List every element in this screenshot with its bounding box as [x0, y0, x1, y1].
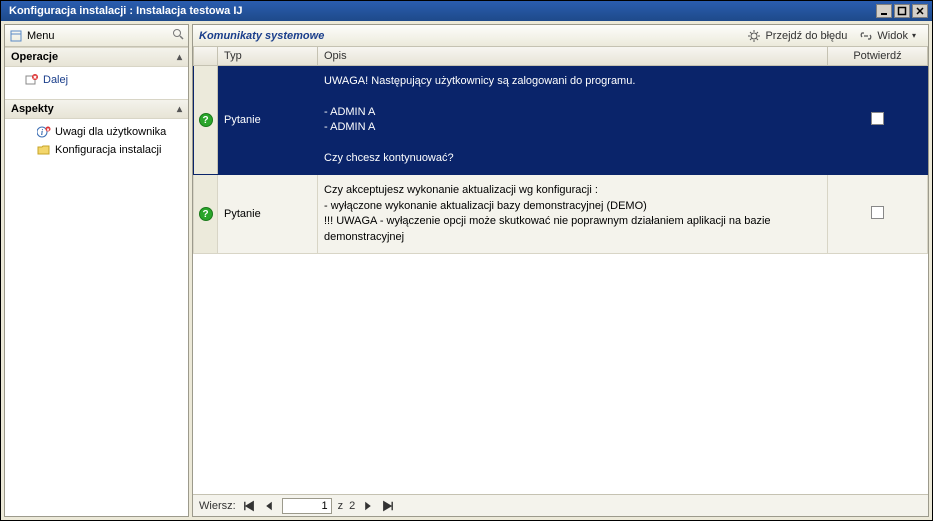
- sidebar-item-label: Uwagi dla użytkownika: [55, 126, 166, 138]
- menu-icon: [9, 29, 23, 43]
- search-icon[interactable]: [172, 28, 184, 43]
- dropdown-arrow-icon: ▾: [912, 31, 916, 40]
- messages-table: Typ Opis Potwierdź ? PytanieUWAGA! Następ…: [193, 47, 928, 254]
- sidebar-item-label: Dalej: [43, 74, 68, 86]
- column-header-potwierdz[interactable]: Potwierdź: [828, 47, 928, 66]
- group-header-label: Aspekty: [11, 103, 54, 115]
- tool-btn-label: Widok: [877, 30, 908, 42]
- group-header-operacje[interactable]: Operacje ▴: [5, 47, 188, 67]
- grid-container: Typ Opis Potwierdź ? PytanieUWAGA! Następ…: [193, 47, 928, 494]
- tool-btn-label: Przejdź do błędu: [765, 30, 847, 42]
- column-header-label: Typ: [224, 50, 242, 62]
- group-header-aspekty[interactable]: Aspekty ▴: [5, 99, 188, 119]
- menu-label: Menu: [27, 30, 172, 42]
- window-titlebar: Konfiguracja instalacji : Instalacja tes…: [1, 1, 932, 21]
- main-panel: Komunikaty systemowe Przejdź do błędu Wi…: [192, 24, 929, 517]
- pager-total: 2: [349, 500, 355, 512]
- table-row[interactable]: ? PytanieUWAGA! Następujący użytkownicy s…: [194, 66, 928, 175]
- table-row[interactable]: ? PytanieCzy akceptujesz wykonanie aktual…: [194, 175, 928, 254]
- info-icon: i✖: [37, 125, 51, 139]
- sidebar-item-konfiguracja[interactable]: Konfiguracja instalacji: [9, 141, 184, 159]
- link-icon: [859, 29, 873, 43]
- question-icon: ?: [199, 207, 213, 221]
- cell-typ: Pytanie: [218, 175, 318, 254]
- next-icon: ✖: [25, 73, 39, 87]
- top-toolbar: Komunikaty systemowe Przejdź do błędu Wi…: [193, 25, 928, 47]
- cell-potwierdz: [828, 175, 928, 254]
- pager-current-input[interactable]: [282, 498, 332, 514]
- pager-last-button[interactable]: [381, 499, 395, 513]
- view-button[interactable]: Widok ▾: [853, 27, 922, 45]
- panel-title: Komunikaty systemowe: [199, 30, 741, 42]
- column-header-label: Potwierdź: [853, 50, 901, 62]
- row-icon-cell: ?: [194, 175, 218, 254]
- chevron-up-icon: ▴: [177, 104, 182, 115]
- pager-prev-button[interactable]: [262, 499, 276, 513]
- group-header-label: Operacje: [11, 51, 58, 63]
- confirm-checkbox[interactable]: [871, 112, 884, 125]
- cell-typ: Pytanie: [218, 66, 318, 175]
- pager-first-button[interactable]: [242, 499, 256, 513]
- confirm-checkbox[interactable]: [871, 206, 884, 219]
- pager-separator: z: [338, 500, 344, 512]
- chevron-up-icon: ▴: [177, 52, 182, 63]
- sidebar-item-dalej[interactable]: ✖ Dalej: [9, 71, 184, 89]
- pager-label: Wiersz:: [199, 500, 236, 512]
- gear-icon: [747, 29, 761, 43]
- cell-opis: Czy akceptujesz wykonanie aktualizacji w…: [318, 175, 828, 254]
- cell-opis: UWAGA! Następujący użytkownicy są zalogo…: [318, 66, 828, 175]
- tree-operacje: ✖ Dalej: [5, 67, 188, 99]
- row-icon-cell: ?: [194, 66, 218, 175]
- column-header-typ[interactable]: Typ: [218, 47, 318, 66]
- svg-text:✖: ✖: [33, 75, 37, 81]
- folder-icon: [37, 143, 51, 157]
- sidebar: Menu Operacje ▴ ✖ Dalej Aspekty ▴ i: [4, 24, 189, 517]
- window-title: Konfiguracja instalacji : Instalacja tes…: [5, 5, 876, 17]
- sidebar-item-uwagi[interactable]: i✖ Uwagi dla użytkownika: [9, 123, 184, 141]
- menu-bar[interactable]: Menu: [5, 25, 188, 47]
- column-header-opis[interactable]: Opis: [318, 47, 828, 66]
- cell-potwierdz: [828, 66, 928, 175]
- sidebar-item-label: Konfiguracja instalacji: [55, 144, 161, 156]
- minimize-button[interactable]: [876, 4, 892, 18]
- column-header-label: Opis: [324, 50, 347, 62]
- goto-error-button[interactable]: Przejdź do błędu: [741, 27, 853, 45]
- pager-next-button[interactable]: [361, 499, 375, 513]
- maximize-button[interactable]: [894, 4, 910, 18]
- pager: Wiersz: z 2: [193, 494, 928, 516]
- close-button[interactable]: [912, 4, 928, 18]
- column-header-icon[interactable]: [194, 47, 218, 66]
- tree-aspekty: i✖ Uwagi dla użytkownika Konfiguracja in…: [5, 119, 188, 169]
- question-icon: ?: [199, 113, 213, 127]
